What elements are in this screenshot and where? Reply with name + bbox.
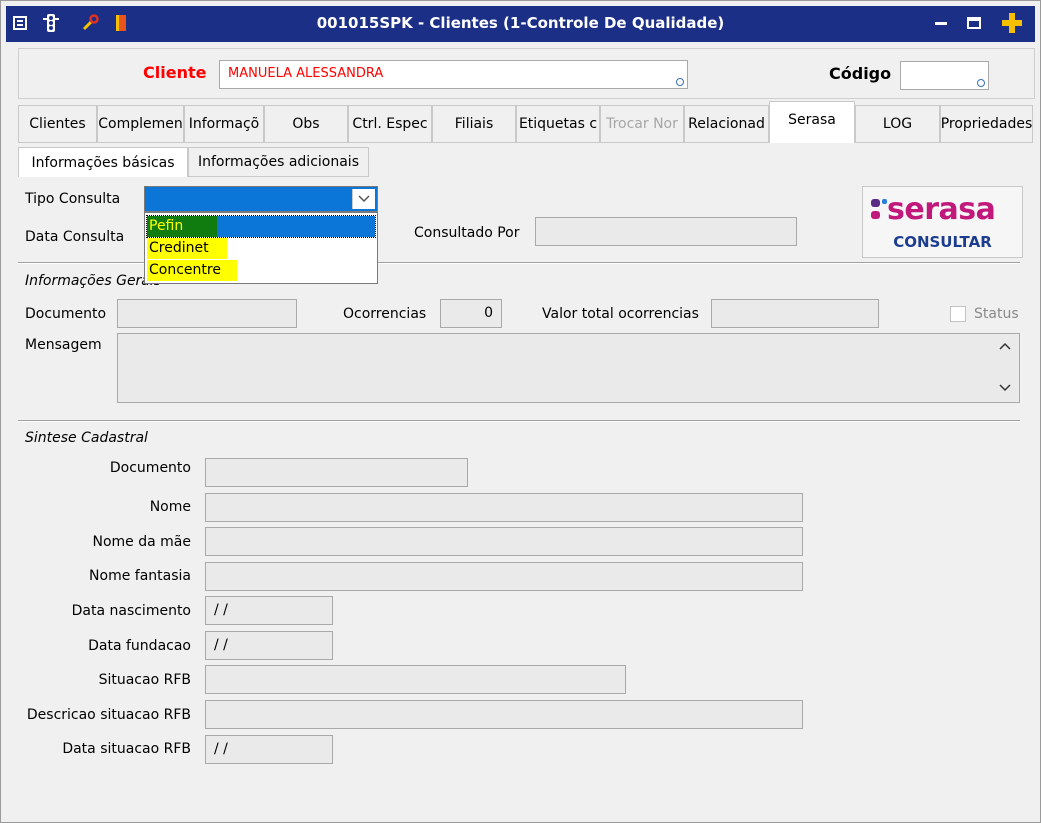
consultar-label: CONSULTAR <box>893 233 992 251</box>
tab-trocar-nome: Trocar Nor <box>600 105 684 143</box>
tipo-consulta-label: Tipo Consulta <box>25 191 121 207</box>
option-credinet[interactable]: Credinet <box>147 238 227 259</box>
chevron-down-icon[interactable] <box>352 189 375 209</box>
section-informacoes-gerais: Informações Gerais <box>25 273 162 289</box>
header-panel: Cliente MANUELA ALESSANDRA Código <box>18 48 1035 99</box>
ocorrencias-field: 0 <box>440 299 502 328</box>
tab-complemento[interactable]: Complemen <box>97 105 184 143</box>
client-window: 001015SPK - Clientes (1-Controle De Qual… <box>0 0 1041 823</box>
lookup-icon[interactable] <box>977 79 985 87</box>
status-label: Status <box>974 306 1019 322</box>
cliente-input[interactable]: MANUELA ALESSANDRA <box>219 60 688 89</box>
maximize-button[interactable] <box>961 10 987 36</box>
situacao-rfb-label: Situacao RFB <box>98 672 191 688</box>
data-fundacao-label: Data fundacao <box>88 638 191 654</box>
consultado-por-label: Consultado Por <box>414 225 520 241</box>
consultado-por-field <box>535 217 797 246</box>
cliente-label: Cliente <box>143 63 207 82</box>
nome-mae-label: Nome da mãe <box>92 534 192 550</box>
minimize-button[interactable] <box>928 10 954 36</box>
option-pefin[interactable]: Pefin <box>146 215 376 238</box>
mensagem-textarea[interactable] <box>117 333 1020 403</box>
main-tabs: Clientes Complemen Informaçõ Obs Ctrl. E… <box>18 101 1033 143</box>
tab-relacionados[interactable]: Relacionad <box>684 105 769 143</box>
data-situacao-rfb-label: Data situacao RFB <box>62 741 191 757</box>
tab-filiais[interactable]: Filiais <box>432 105 516 143</box>
documento-label: Documento <box>25 306 107 322</box>
documento-field <box>117 299 297 328</box>
tab-etiquetas[interactable]: Etiquetas c <box>516 105 600 143</box>
descricao-situacao-rfb-label: Descricao situacao RFB <box>26 707 191 723</box>
window-title: 001015SPK - Clientes (1-Controle De Qual… <box>316 14 725 32</box>
lookup-icon[interactable] <box>676 78 684 86</box>
sintese-documento-field <box>205 458 468 487</box>
mensagem-label: Mensagem <box>25 337 102 353</box>
codigo-input[interactable] <box>900 61 989 90</box>
add-icon[interactable] <box>999 10 1025 36</box>
tab-propriedades[interactable]: Propriedades <box>940 105 1033 143</box>
divider <box>18 420 1020 422</box>
nome-fantasia-label: Nome fantasia <box>89 568 191 584</box>
nome-label: Nome <box>149 499 191 515</box>
tab-log[interactable]: LOG <box>855 105 940 143</box>
valor-total-label: Valor total ocorrencias <box>542 306 699 322</box>
tab-clientes[interactable]: Clientes <box>18 105 97 143</box>
nome-fantasia-field <box>205 562 803 591</box>
subtab-informacoes-adicionais[interactable]: Informações adicionais <box>188 147 369 177</box>
data-nascimento-field: / / <box>205 596 333 625</box>
data-fundacao-field: / / <box>205 631 333 660</box>
tipo-consulta-options: Pefin Credinet Concentre <box>144 212 378 284</box>
nome-field <box>205 493 803 522</box>
data-situacao-rfb-field: / / <box>205 735 333 764</box>
tipo-consulta-select[interactable] <box>144 186 378 212</box>
descricao-situacao-rfb-field <box>205 700 803 729</box>
subtab-informacoes-basicas[interactable]: Informações básicas <box>18 147 188 177</box>
codigo-label: Código <box>829 64 892 83</box>
data-nascimento-label: Data nascimento <box>71 603 191 619</box>
data-consulta-label: Data Consulta <box>25 229 125 245</box>
serasa-logo: serasa <box>887 192 996 227</box>
status-checkbox[interactable] <box>950 306 966 322</box>
valor-total-field <box>711 299 879 328</box>
sintese-documento-label: Documento <box>109 460 191 476</box>
section-sintese-cadastral: Sintese Cadastral <box>25 430 148 446</box>
chevron-up-icon[interactable] <box>999 338 1011 354</box>
tab-ctrl-espec[interactable]: Ctrl. Espec <box>348 105 432 143</box>
tab-obs[interactable]: Obs <box>264 105 348 143</box>
serasa-consultar-button[interactable]: serasa CONSULTAR <box>862 186 1023 258</box>
tab-serasa[interactable]: Serasa <box>769 101 855 143</box>
ocorrencias-label: Ocorrencias <box>343 306 427 322</box>
title-bar: 001015SPK - Clientes (1-Controle De Qual… <box>6 6 1035 42</box>
nome-mae-field <box>205 527 803 556</box>
option-concentre[interactable]: Concentre <box>147 260 237 281</box>
chevron-down-icon[interactable] <box>999 380 1011 396</box>
situacao-rfb-field <box>205 665 626 694</box>
tab-informacoes[interactable]: Informaçõ <box>184 105 264 143</box>
